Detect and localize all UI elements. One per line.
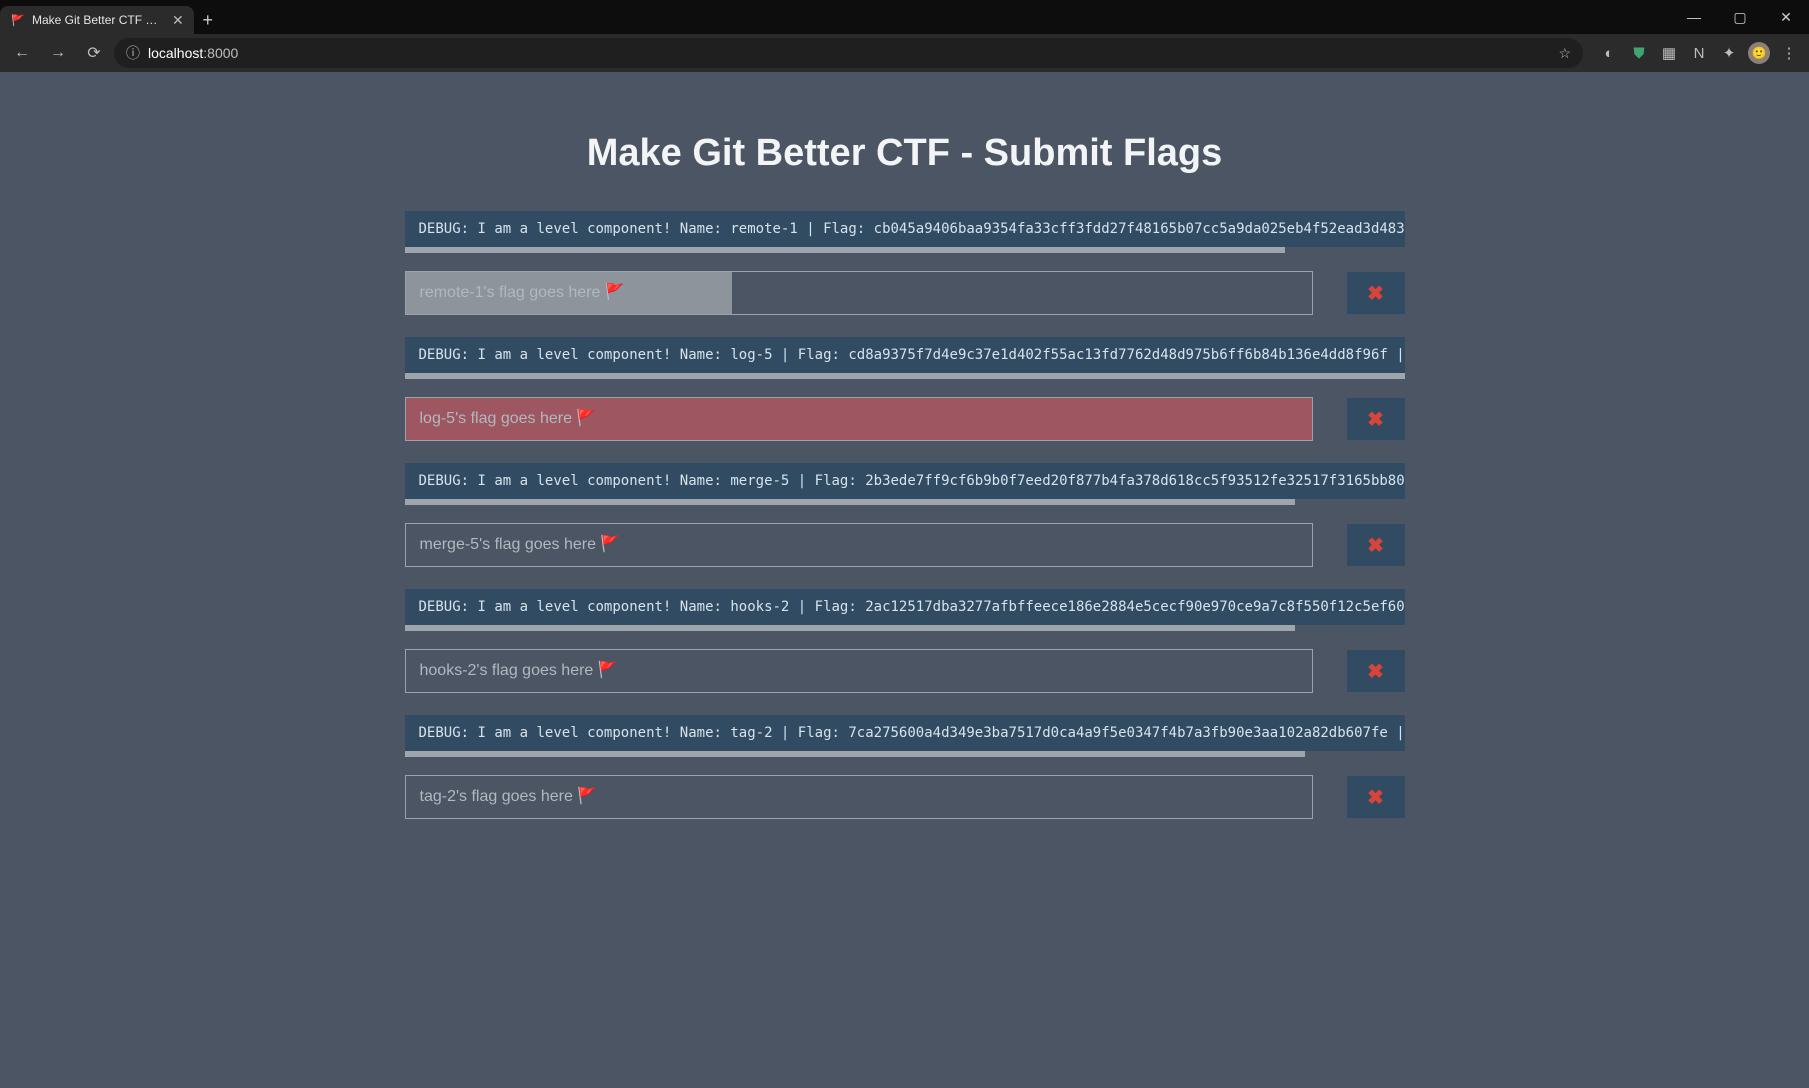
flag-input-hooks-2[interactable]: [405, 649, 1313, 693]
debug-underline: [405, 751, 1305, 757]
debug-line: DEBUG: I am a level component! Name: log…: [405, 337, 1405, 373]
tab-close-button[interactable]: ✕: [172, 12, 184, 29]
flag-input-log-5[interactable]: [405, 397, 1313, 441]
page-viewport: Make Git Better CTF - Submit Flags DEBUG…: [0, 72, 1809, 1088]
flag-row: ✖: [405, 649, 1405, 693]
window-close-button[interactable]: ✕: [1763, 0, 1809, 34]
favicon-icon: 🚩: [10, 12, 26, 28]
flag-row: ✖: [405, 397, 1405, 441]
nav-back-button[interactable]: ←: [6, 37, 38, 69]
flag-input-tag-2[interactable]: [405, 775, 1313, 819]
page-content: Make Git Better CTF - Submit Flags DEBUG…: [405, 72, 1405, 961]
debug-line: DEBUG: I am a level component! Name: mer…: [405, 463, 1405, 499]
debug-underline: [405, 373, 1405, 379]
extension-icon-2[interactable]: ⛊: [1625, 39, 1653, 67]
level-block-tag-2: DEBUG: I am a level component! Name: tag…: [405, 715, 1405, 819]
submit-button-merge-5[interactable]: ✖: [1347, 524, 1405, 566]
extensions-puzzle-icon[interactable]: ✦: [1715, 39, 1743, 67]
flag-input-merge-5[interactable]: [405, 523, 1313, 567]
url-host: localhost: [148, 45, 203, 61]
extension-icon-3[interactable]: ▦: [1655, 39, 1683, 67]
submit-button-hooks-2[interactable]: ✖: [1347, 650, 1405, 692]
flag-row: ✖: [405, 271, 1405, 315]
flag-row: ✖: [405, 775, 1405, 819]
debug-underline: [405, 247, 1285, 253]
page-title: Make Git Better CTF - Submit Flags: [405, 132, 1405, 175]
window-maximize-button[interactable]: ▢: [1717, 0, 1763, 34]
profile-avatar[interactable]: 🙂: [1745, 39, 1773, 67]
extension-icon-4[interactable]: N: [1685, 39, 1713, 67]
nav-reload-button[interactable]: ⟳: [78, 37, 110, 69]
submit-button-remote-1[interactable]: ✖: [1347, 272, 1405, 314]
level-block-remote-1: DEBUG: I am a level component! Name: rem…: [405, 211, 1405, 315]
debug-underline: [405, 499, 1295, 505]
url-port: :8000: [203, 45, 238, 61]
address-bar[interactable]: ⓘ localhost :8000 ☆: [114, 38, 1583, 68]
site-info-icon[interactable]: ⓘ: [126, 43, 140, 63]
window-controls: — ▢ ✕: [1671, 0, 1809, 34]
titlebar-spacer: [222, 0, 1671, 34]
window-minimize-button[interactable]: —: [1671, 0, 1717, 34]
flag-input-remote-1[interactable]: [405, 271, 1313, 315]
submit-button-tag-2[interactable]: ✖: [1347, 776, 1405, 818]
debug-line: DEBUG: I am a level component! Name: rem…: [405, 211, 1405, 247]
browser-toolbar: ← → ⟳ ⓘ localhost :8000 ☆ ◐ ⛊ ▦ N ✦ 🙂 ⋮: [0, 34, 1809, 72]
submit-button-log-5[interactable]: ✖: [1347, 398, 1405, 440]
level-block-merge-5: DEBUG: I am a level component! Name: mer…: [405, 463, 1405, 567]
browser-tab[interactable]: 🚩 Make Git Better CTF 🚩 Subm ✕: [0, 6, 194, 34]
nav-forward-button[interactable]: →: [42, 37, 74, 69]
debug-line: DEBUG: I am a level component! Name: hoo…: [405, 589, 1405, 625]
level-block-log-5: DEBUG: I am a level component! Name: log…: [405, 337, 1405, 441]
debug-line: DEBUG: I am a level component! Name: tag…: [405, 715, 1405, 751]
window-titlebar: 🚩 Make Git Better CTF 🚩 Subm ✕ + — ▢ ✕: [0, 0, 1809, 34]
new-tab-button[interactable]: +: [194, 6, 222, 34]
extension-area: ◐ ⛊ ▦ N ✦ 🙂 ⋮: [1595, 39, 1803, 67]
tab-title: Make Git Better CTF 🚩 Subm: [32, 13, 162, 27]
browser-menu-button[interactable]: ⋮: [1775, 39, 1803, 67]
extension-icon-1[interactable]: ◐: [1595, 39, 1623, 67]
debug-underline: [405, 625, 1295, 631]
level-block-hooks-2: DEBUG: I am a level component! Name: hoo…: [405, 589, 1405, 693]
flag-row: ✖: [405, 523, 1405, 567]
bookmark-star-icon[interactable]: ☆: [1558, 45, 1571, 62]
